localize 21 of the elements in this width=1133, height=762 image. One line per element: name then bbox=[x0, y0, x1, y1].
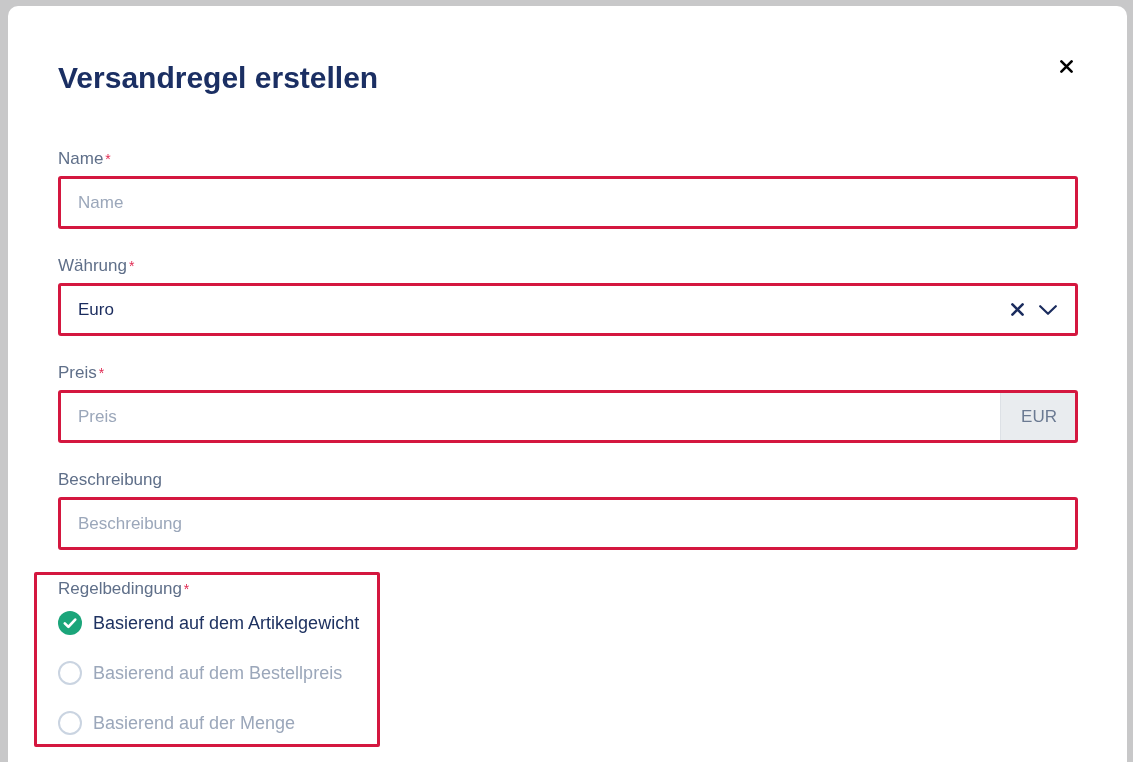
close-icon bbox=[1059, 59, 1073, 73]
select-field[interactable]: Euro bbox=[58, 283, 1078, 336]
clear-icon[interactable] bbox=[1011, 303, 1024, 316]
radio-circle-icon[interactable] bbox=[58, 711, 82, 735]
currency-addon: EUR bbox=[1000, 393, 1075, 440]
radio-option[interactable]: Basierend auf dem Artikelgewicht bbox=[58, 611, 360, 635]
radio-option[interactable]: Basierend auf dem Bestellpreis bbox=[58, 661, 360, 685]
input-field[interactable]: Preis bbox=[61, 393, 1001, 440]
price-input-group[interactable]: Preis EUR bbox=[58, 390, 1078, 443]
radio-circle-icon[interactable] bbox=[58, 661, 82, 685]
input-field[interactable]: Name bbox=[58, 176, 1078, 229]
check-circle-icon[interactable] bbox=[58, 611, 82, 635]
dialog-title: Versandregel erstellen bbox=[58, 60, 379, 96]
radio-option[interactable]: Basierend auf der Menge bbox=[58, 711, 360, 735]
field-label: Preis* bbox=[58, 363, 106, 383]
chevron-down-icon[interactable] bbox=[1039, 304, 1057, 315]
field-label: Name* bbox=[58, 149, 112, 169]
field-label: Regelbedingung* bbox=[58, 579, 191, 599]
field-label: Währung* bbox=[58, 256, 136, 276]
input-field[interactable]: Beschreibung bbox=[58, 497, 1078, 550]
field-label: Beschreibung bbox=[58, 470, 163, 490]
